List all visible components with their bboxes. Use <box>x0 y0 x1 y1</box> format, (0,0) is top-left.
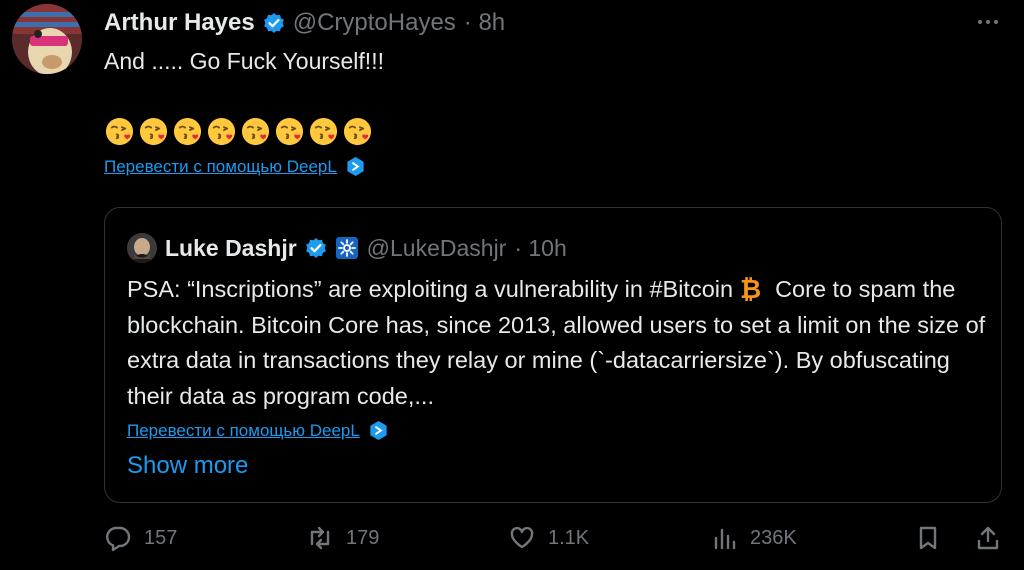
kissing-face-emoji <box>207 117 236 146</box>
verified-badge-icon <box>305 238 326 258</box>
svg-text:₿: ₿ <box>740 275 761 301</box>
tweet-time[interactable]: · 8h <box>464 9 505 37</box>
kissing-face-emoji <box>309 117 338 146</box>
quoted-tweet[interactable]: Luke Dashjr @LukeDashjr · 10h PSA: “Insc… <box>104 207 1002 503</box>
repost-icon <box>310 526 330 550</box>
author-handle[interactable]: @CryptoHayes <box>293 9 456 37</box>
author-name[interactable]: Arthur Hayes <box>104 9 255 37</box>
kissing-face-emoji <box>173 117 202 146</box>
quote-author-name[interactable]: Luke Dashjr <box>165 235 297 262</box>
deepl-icon <box>347 156 364 177</box>
repost-button[interactable]: 179 <box>306 524 379 552</box>
share-icon <box>977 526 999 550</box>
views-icon <box>714 528 736 550</box>
quote-header: Luke Dashjr @LukeDashjr · 10h <box>127 233 567 263</box>
like-count: 1.1K <box>548 526 590 549</box>
translate-label[interactable]: Перевести с помощью DeepL <box>104 157 337 177</box>
tweet-header: Arthur Hayes @CryptoHayes · 8h <box>104 8 505 38</box>
show-more-link[interactable]: Show more <box>127 452 248 480</box>
repost-count: 179 <box>346 526 380 549</box>
like-button[interactable]: 1.1K <box>508 524 589 552</box>
author-avatar[interactable] <box>12 4 82 74</box>
reply-count: 157 <box>144 526 178 549</box>
quote-avatar[interactable] <box>127 233 157 263</box>
emoji-row <box>104 116 373 147</box>
views-count: 236K <box>750 526 797 549</box>
action-bar: 157 179 1.1K 236K <box>0 524 1024 564</box>
quote-text: PSA: “Inscriptions” are exploiting a vul… <box>127 272 987 414</box>
bitcoin-icon: ₿ <box>740 275 761 301</box>
like-icon <box>510 526 534 549</box>
kissing-face-emoji <box>275 117 304 146</box>
quote-time[interactable]: · 10h <box>514 235 566 262</box>
gear-badge-icon <box>335 237 358 259</box>
more-icon[interactable] <box>970 10 1006 34</box>
bitcoin-hashtag[interactable]: #Bitcoin <box>649 276 733 302</box>
quote-translate-link[interactable]: Перевести с помощью DeepL <box>127 420 389 441</box>
tweet-text: And ..... Go Fuck Yourself!!! <box>104 48 384 74</box>
reply-icon <box>106 526 131 552</box>
kissing-face-emoji <box>139 117 168 146</box>
translate-link[interactable]: Перевести с помощью DeepL <box>104 156 366 177</box>
bookmark-icon <box>919 526 937 550</box>
verified-badge-icon <box>263 13 284 33</box>
views-button[interactable]: 236K <box>710 524 797 552</box>
bookmark-button[interactable] <box>914 524 942 552</box>
deepl-icon <box>370 420 387 441</box>
kissing-face-emoji <box>241 117 270 146</box>
kissing-face-emoji <box>105 117 134 146</box>
share-button[interactable] <box>974 524 1002 552</box>
quote-translate-label[interactable]: Перевести с помощью DeepL <box>127 421 360 441</box>
reply-button[interactable]: 157 <box>104 524 177 552</box>
quote-author-handle[interactable]: @LukeDashjr <box>367 235 507 262</box>
quote-text-part1: PSA: “Inscriptions” are exploiting a vul… <box>127 276 650 302</box>
kissing-face-emoji <box>343 117 372 146</box>
